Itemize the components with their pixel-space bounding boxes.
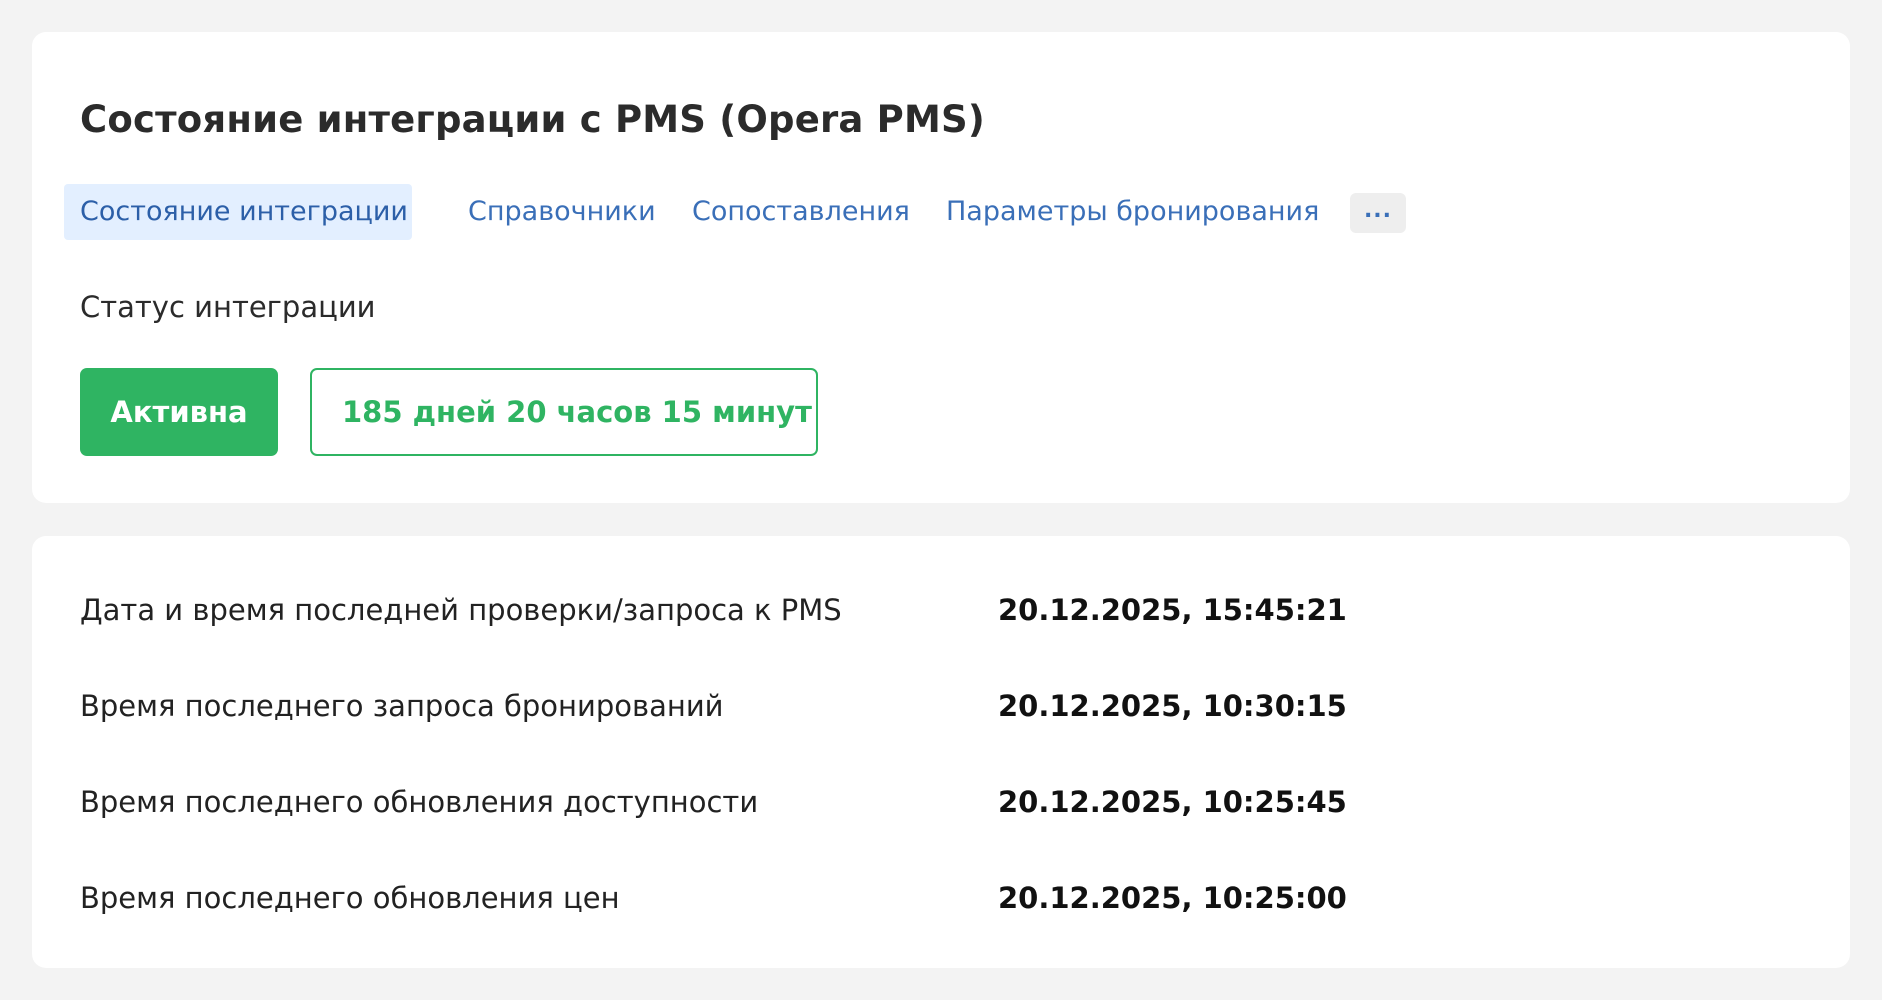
integration-status-card: Состояние интеграции с PMS (Opera PMS) С… (32, 32, 1850, 503)
status-badge: Активна (80, 368, 278, 456)
info-row-last-availability-update: Время последнего обновления доступности … (80, 777, 1800, 827)
info-row-last-check: Дата и время последней проверки/запроса … (80, 585, 1800, 635)
integration-status-label: Статус интеграции (80, 290, 376, 324)
more-horizontal-icon: ... (1363, 198, 1393, 223)
info-label: Дата и время последней проверки/запроса … (80, 593, 842, 627)
info-value: 20.12.2025, 15:45:21 (998, 593, 1347, 627)
info-label: Время последнего обновления цен (80, 881, 620, 915)
sync-times-card: Дата и время последней проверки/запроса … (32, 536, 1850, 968)
info-value: 20.12.2025, 10:25:00 (998, 881, 1347, 915)
info-value: 20.12.2025, 10:30:15 (998, 689, 1347, 723)
info-label: Время последнего обновления доступности (80, 785, 759, 819)
tab-mappings[interactable]: Сопоставления (692, 184, 910, 240)
tab-booking-parameters[interactable]: Параметры бронирования (946, 184, 1319, 240)
info-label: Время последнего запроса бронирований (80, 689, 724, 723)
more-tabs-button[interactable]: ... (1350, 193, 1406, 233)
info-row-last-prices-update: Время последнего обновления цен 20.12.20… (80, 873, 1800, 923)
tab-integration-status[interactable]: Состояние интеграции (64, 184, 412, 240)
info-row-last-bookings-request: Время последнего запроса бронирований 20… (80, 681, 1800, 731)
uptime-indicator: 185 дней 20 часов 15 минут (310, 368, 818, 456)
tab-directories[interactable]: Справочники (468, 184, 656, 240)
tab-bar: Состояние интеграции Справочники Сопоста… (64, 184, 1824, 240)
page-title: Состояние интеграции с PMS (Opera PMS) (80, 98, 985, 141)
info-value: 20.12.2025, 10:25:45 (998, 785, 1347, 819)
